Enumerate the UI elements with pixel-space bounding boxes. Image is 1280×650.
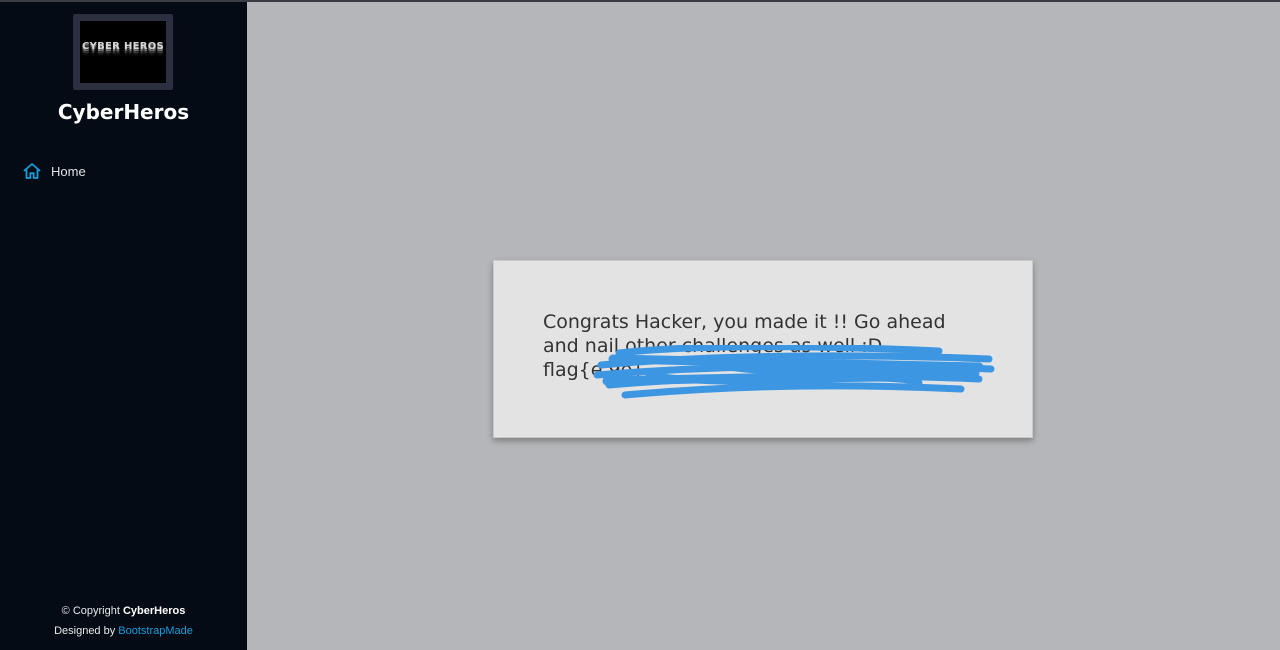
home-icon xyxy=(22,161,42,181)
credits: Designed by BootstrapMade xyxy=(54,625,193,637)
message-line-2: and nail other challenges as well :D xyxy=(543,335,883,357)
main-content: Congrats Hacker, you made it !! Go ahead… xyxy=(247,0,1280,650)
sidebar-item-home[interactable]: Home xyxy=(22,160,86,182)
sidebar-footer: © Copyright CyberHeros Designed by Boots… xyxy=(0,601,247,641)
sidebar: CYBER HEROS CyberHeros Home © Copyright … xyxy=(0,0,247,650)
logo-text: CYBER HEROS xyxy=(81,40,165,52)
congrats-message: Congrats Hacker, you made it !! Go ahead… xyxy=(543,310,1013,382)
sidebar-item-label: Home xyxy=(51,163,86,179)
window-top-border xyxy=(0,0,1280,2)
logo[interactable]: CYBER HEROS xyxy=(73,14,173,90)
copyright-brand: CyberHeros xyxy=(122,605,186,617)
copyright: © Copyright CyberHeros xyxy=(61,605,186,617)
site-title[interactable]: CyberHeros xyxy=(0,100,247,124)
message-line-1: Congrats Hacker, you made it !! Go ahead xyxy=(543,311,946,333)
flag-text: flag{e 9e} xyxy=(543,359,645,381)
designer-link[interactable]: BootstrapMade xyxy=(118,625,193,637)
message-card: Congrats Hacker, you made it !! Go ahead… xyxy=(493,260,1033,438)
logo-image: CYBER HEROS xyxy=(80,21,166,83)
